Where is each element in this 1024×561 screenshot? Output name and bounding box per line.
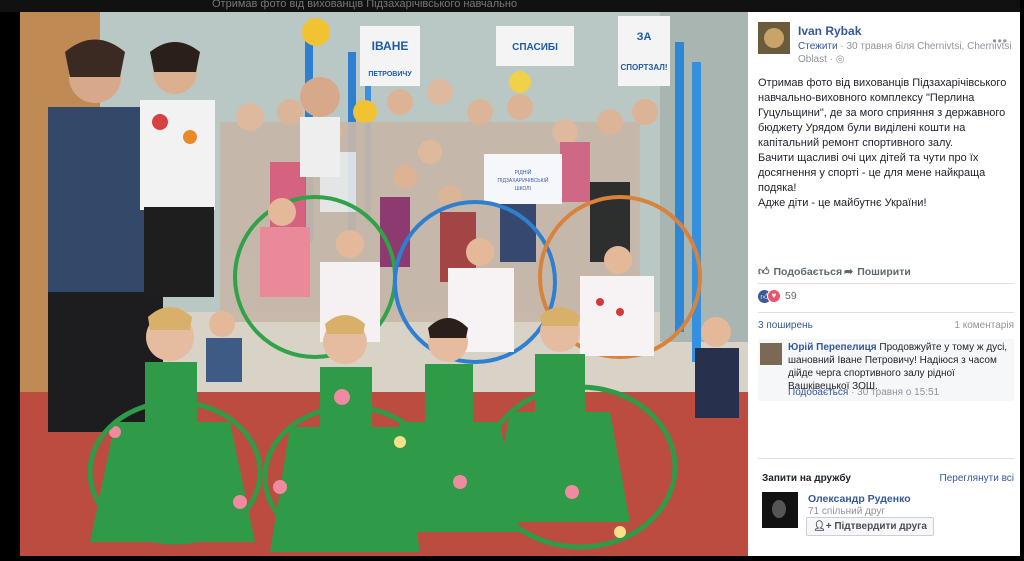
mutual-friends[interactable]: 71 спільний друг bbox=[808, 506, 885, 517]
right-edge bbox=[1020, 0, 1024, 561]
shares-count[interactable]: 3 поширень bbox=[758, 320, 813, 331]
commenter-avatar[interactable] bbox=[760, 343, 782, 365]
sign-ivane: ІВАНЕ bbox=[372, 39, 409, 53]
add-friend-icon: 👤︎+ bbox=[813, 521, 832, 532]
background-strip: Отримав фото від вихованців Підзахарічів… bbox=[0, 0, 1024, 12]
divider bbox=[758, 458, 1014, 459]
comments-count[interactable]: 1 коментарія bbox=[954, 320, 1014, 331]
requester-avatar[interactable] bbox=[762, 492, 798, 528]
see-all-link[interactable]: Переглянути всі bbox=[940, 473, 1014, 484]
reaction-love-icon: ♥ bbox=[767, 289, 781, 303]
like-icon: 👍︎ bbox=[758, 266, 770, 278]
like-button[interactable]: 👍︎ Подобається bbox=[758, 265, 842, 278]
like-label: Подобається bbox=[773, 266, 843, 278]
comment-time[interactable]: · 30 травня о 15:51 bbox=[851, 387, 939, 398]
sign-sportzal: СПОРТЗАЛ! bbox=[620, 63, 667, 72]
photo-illustration: ІВАНЕ ПЕТРОВИЧУ СПАСИБІ ЗА СПОРТЗАЛ! РІД… bbox=[20, 12, 748, 556]
divider bbox=[758, 283, 1014, 284]
svg-text:ПІДЗАХАРИЧІВСЬКІЙ: ПІДЗАХАРИЧІВСЬКІЙ bbox=[497, 176, 548, 184]
post-paragraph: Бачити щасливі очі цих дітей та чути про… bbox=[758, 152, 986, 194]
comment-body: Юрій Перепелиця Продовжуйте у тому ж дус… bbox=[788, 341, 1008, 393]
svg-text:ЗА: ЗА bbox=[637, 31, 652, 43]
share-icon: ➦ bbox=[844, 266, 854, 278]
share-button[interactable]: ➦ Поширити bbox=[844, 265, 911, 278]
post-actions: 👍︎ Подобається ➦ Поширити bbox=[758, 265, 1014, 281]
divider bbox=[758, 312, 1014, 313]
svg-text:РІДНІЙ: РІДНІЙ bbox=[515, 168, 532, 176]
reactions[interactable]: 👍︎ ♥ 59 bbox=[758, 289, 797, 305]
sign-spasybi: СПАСИБІ bbox=[512, 42, 558, 53]
post-paragraph: Адже діти - це майбутнє України! bbox=[758, 197, 927, 209]
post-header: Ivan Rybak Стежити · 30 травня біля Cher… bbox=[758, 22, 1014, 65]
post-photo[interactable]: ІВАНЕ ПЕТРОВИЧУ СПАСИБІ ЗА СПОРТЗАЛ! РІД… bbox=[20, 12, 748, 556]
comment: Юрій Перепелиця Продовжуйте у тому ж дус… bbox=[758, 339, 1014, 401]
menu-dots-icon[interactable]: ••• bbox=[992, 34, 1008, 48]
post-side-panel: Ivan Rybak Стежити · 30 травня біля Cher… bbox=[748, 12, 1020, 556]
confirm-friend-button[interactable]: 👤︎+ Підтвердити друга bbox=[806, 517, 934, 536]
post-meta: Стежити · 30 травня біля Chernivtsi, Che… bbox=[798, 40, 1014, 66]
globe-icon: ◎ bbox=[835, 54, 845, 65]
confirm-friend-label: Підтвердити друга bbox=[834, 521, 927, 532]
post-text: Отримав фото від вихованців Підзахарічів… bbox=[758, 76, 1014, 211]
comment-actions: Подобається · 30 травня о 15:51 bbox=[788, 387, 939, 398]
reaction-count: 59 bbox=[785, 290, 797, 302]
author-avatar[interactable] bbox=[758, 22, 790, 54]
author-name[interactable]: Ivan Rybak bbox=[798, 24, 861, 38]
friend-requests-title: Запити на дружбу bbox=[762, 473, 851, 484]
svg-text:ШКОЛІ: ШКОЛІ bbox=[515, 186, 531, 192]
comment-like-link[interactable]: Подобається bbox=[788, 387, 848, 398]
follow-link[interactable]: Стежити bbox=[798, 41, 838, 52]
comment-author[interactable]: Юрій Перепелиця bbox=[788, 342, 877, 353]
share-label: Поширити bbox=[857, 266, 911, 278]
svg-text:ПЕТРОВИЧУ: ПЕТРОВИЧУ bbox=[368, 71, 412, 78]
requester-name[interactable]: Олександр Руденко bbox=[808, 493, 911, 505]
background-caption: Отримав фото від вихованців Підзахарічів… bbox=[212, 0, 518, 10]
post-paragraph: Отримав фото від вихованців Підзахарічів… bbox=[758, 77, 1007, 149]
